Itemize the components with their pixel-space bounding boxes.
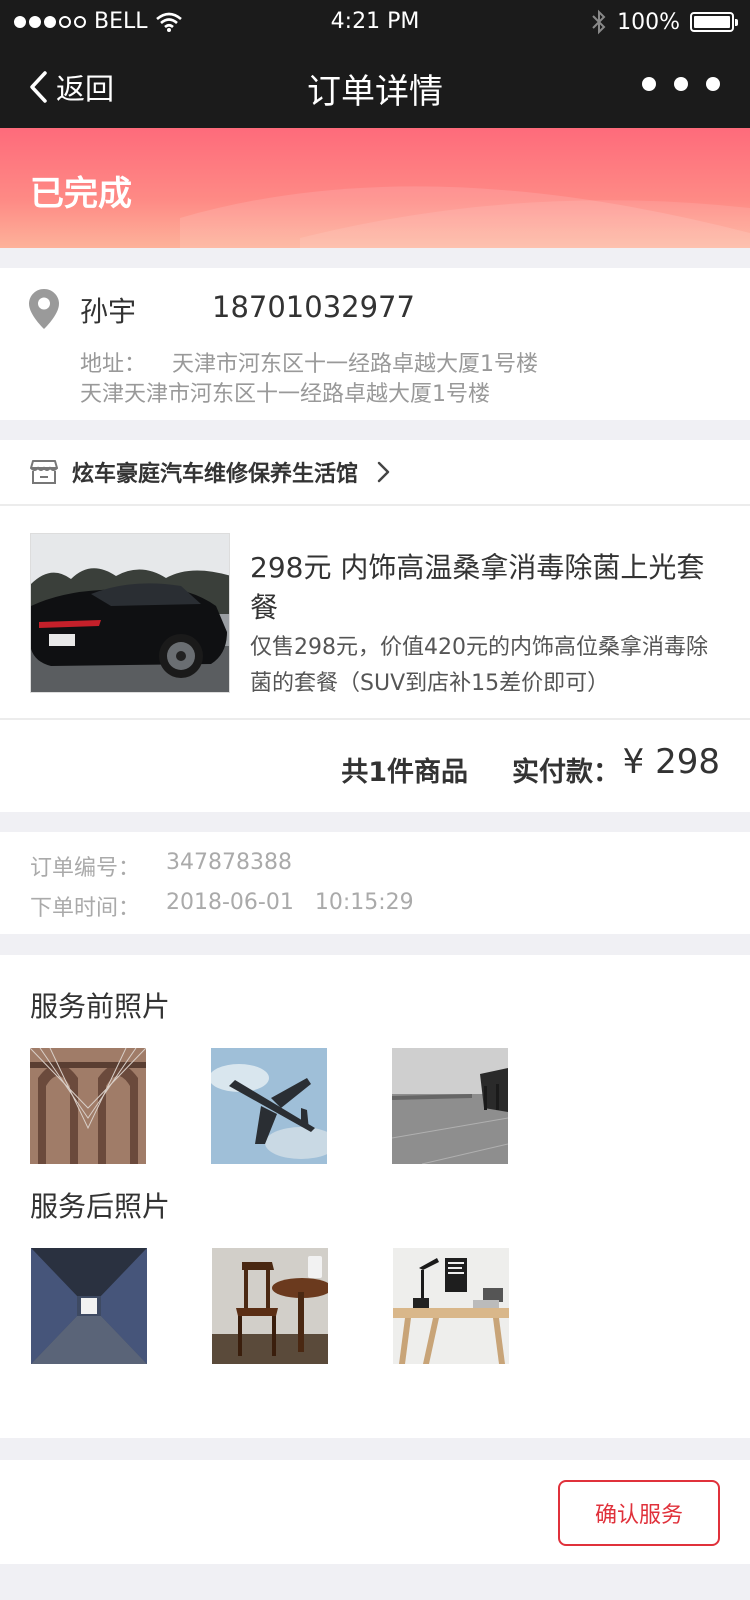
- recipient-name: 孙宇: [80, 295, 137, 328]
- pier-photo: [392, 1048, 508, 1164]
- bluetooth-icon: [592, 9, 606, 35]
- before-photo-2[interactable]: [211, 1048, 327, 1164]
- service-photos-card: 服务前照片 服务后照片: [0, 955, 750, 1438]
- more-options-button[interactable]: [642, 77, 720, 91]
- product-item[interactable]: 298元 内饰高温桑拿消毒除菌上光套餐 仅售298元，价值420元的内饰高位桑拿…: [0, 506, 750, 720]
- store-icon: [30, 460, 58, 484]
- order-time: 2018-06-01 10:15:29: [166, 890, 414, 915]
- order-status-label: 已完成: [30, 174, 132, 214]
- after-photo-2[interactable]: [212, 1248, 328, 1364]
- order-info-card: 订单编号： 347878388 下单时间： 2018-06-01 10:15:2…: [0, 832, 750, 934]
- paid-label: 实付款：: [512, 757, 620, 788]
- chair-table-photo: [212, 1248, 328, 1364]
- navigation-bar: 返回 订单详情: [0, 44, 750, 128]
- shipping-address-card: 孙宇 18701032977 地址： 天津市河东区十一经路卓越大厦1号楼 天津天津…: [0, 268, 750, 420]
- order-total-row: 共1件商品 实付款： ¥ 298: [0, 720, 750, 812]
- order-status-banner: 已完成: [0, 128, 750, 248]
- order-time-row: 下单时间： 2018-06-01 10:15:29: [30, 890, 414, 922]
- action-footer: 确认服务: [0, 1460, 750, 1564]
- paid-amount: ¥ 298: [622, 742, 720, 782]
- more-dot-icon: [674, 77, 688, 91]
- order-product-card: 炫车豪庭汽车维修保养生活馆 298元 内饰高温桑拿消毒除菌上光套餐 仅售298元…: [0, 440, 750, 812]
- shop-link[interactable]: 炫车豪庭汽车维修保养生活馆: [0, 440, 750, 506]
- bridge-photo: [30, 1048, 146, 1164]
- product-title: 298元 内饰高温桑拿消毒除菌上光套餐: [250, 551, 705, 624]
- page-title: 订单详情: [307, 72, 443, 112]
- address-line-2: 天津天津市河东区十一经路卓越大厦1号楼: [80, 382, 490, 407]
- product-image: [30, 533, 230, 693]
- after-photo-1[interactable]: [31, 1248, 147, 1364]
- before-photo-3[interactable]: [392, 1048, 508, 1164]
- more-dot-icon: [642, 77, 656, 91]
- status-bar: BELL 4:21 PM 100%: [0, 0, 750, 44]
- before-photos-title: 服务前照片: [30, 990, 171, 1023]
- order-number-row: 订单编号： 347878388: [30, 850, 292, 882]
- product-description: 仅售298元，价值420元的内饰高位桑拿消毒除菌的套餐（SUV到店补15差价即可…: [250, 635, 708, 696]
- chevron-right-icon: [377, 461, 390, 483]
- item-count: 共1件商品: [341, 757, 468, 788]
- shop-name: 炫车豪庭汽车维修保养生活馆: [72, 462, 359, 487]
- battery-percent: 100%: [617, 9, 680, 35]
- location-pin-icon: [29, 289, 59, 329]
- after-photo-3[interactable]: [393, 1248, 509, 1364]
- order-time-label: 下单时间：: [30, 896, 141, 921]
- more-dot-icon: [706, 77, 720, 91]
- before-photo-1[interactable]: [30, 1048, 146, 1164]
- after-photos-title: 服务后照片: [30, 1190, 171, 1223]
- desk-photo: [393, 1248, 509, 1364]
- recipient-phone: 18701032977: [212, 290, 415, 324]
- airplane-photo: [211, 1048, 327, 1164]
- order-number-label: 订单编号：: [30, 856, 141, 881]
- address-text: 天津市河东区十一经路卓越大厦1号楼: [172, 352, 539, 377]
- address-label: 地址：: [80, 352, 147, 377]
- confirm-service-button[interactable]: 确认服务: [558, 1480, 720, 1546]
- corridor-photo: [31, 1248, 147, 1364]
- battery-icon: [690, 12, 738, 32]
- car-photo: [31, 534, 229, 692]
- address-line-1: 地址： 天津市河东区十一经路卓越大厦1号楼: [80, 346, 538, 378]
- order-number: 347878388: [166, 850, 292, 875]
